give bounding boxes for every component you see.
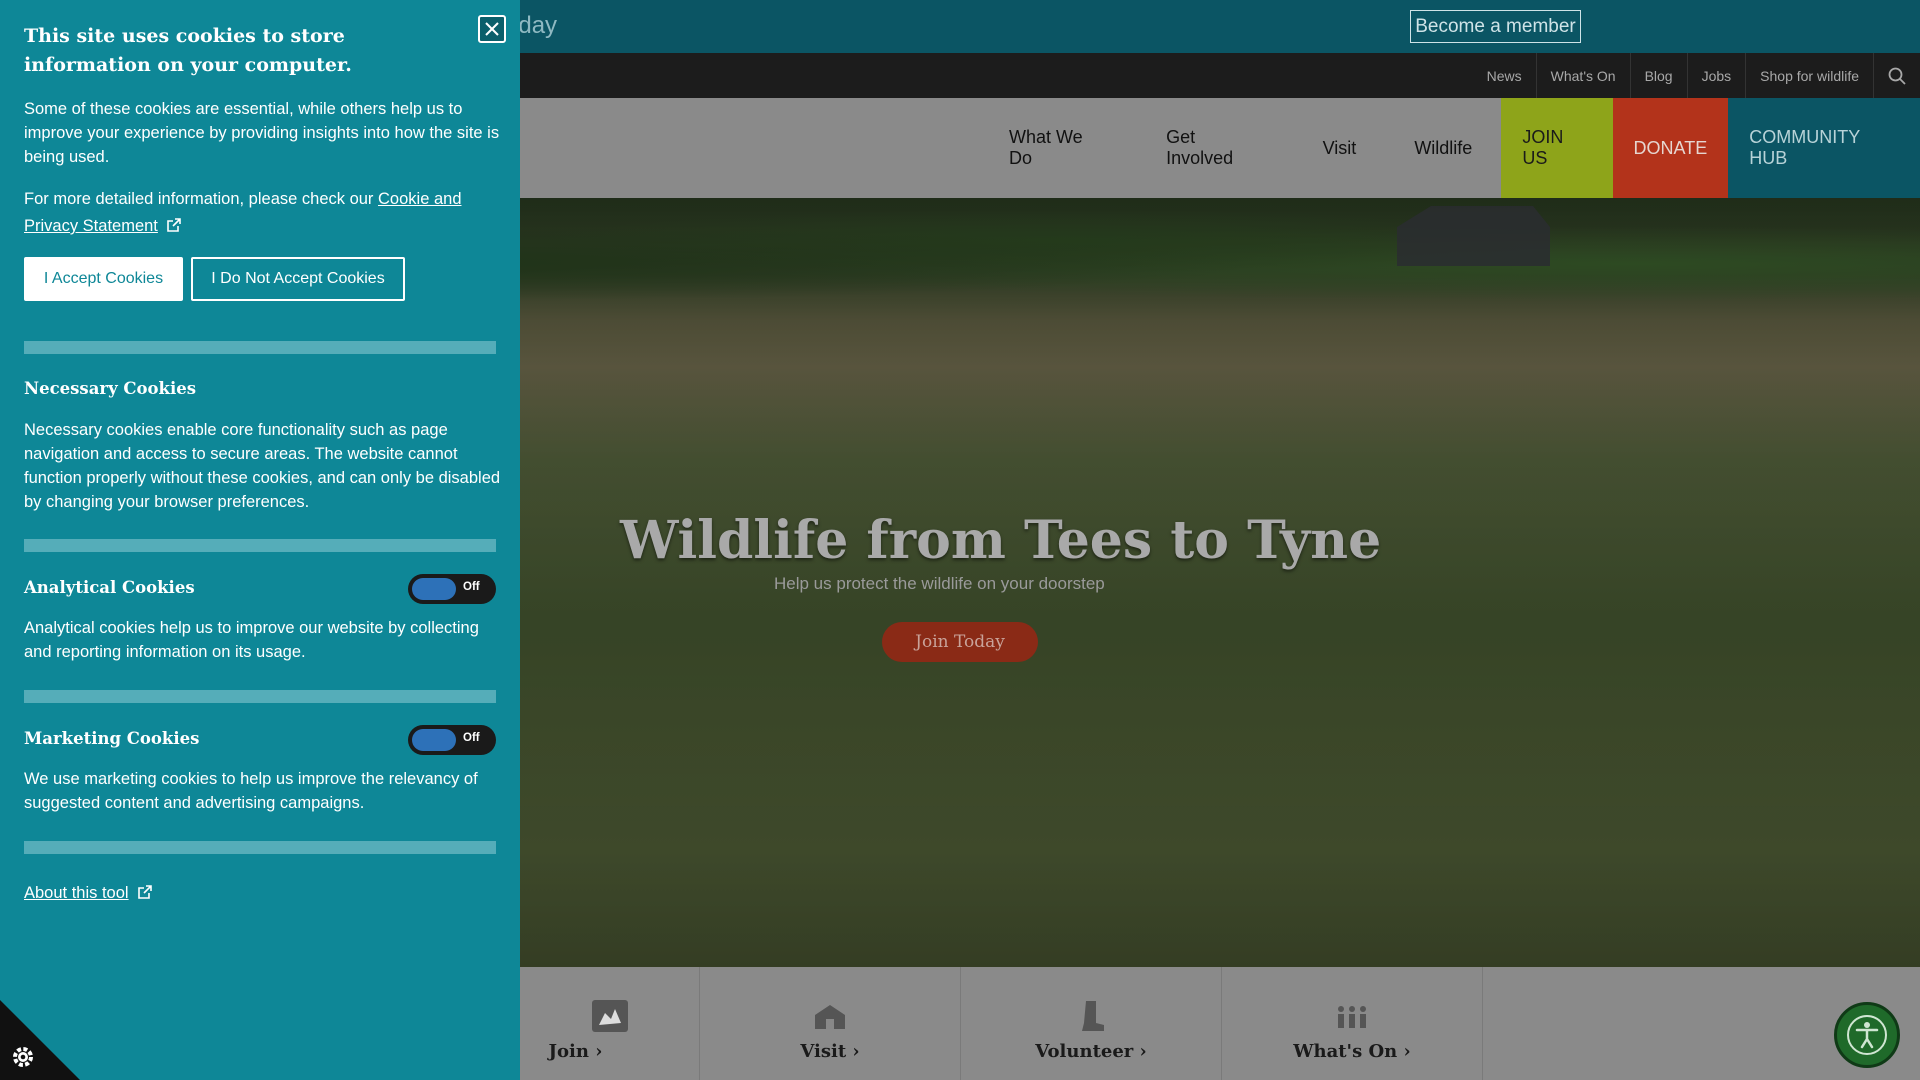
necessary-cookies-text: Necessary cookies enable core functional… — [24, 421, 501, 511]
accept-cookies-button[interactable]: I Accept Cookies — [24, 257, 183, 301]
hero-title: Wildlife from Tees to Tyne — [620, 510, 1382, 571]
nav-item-wildlife[interactable]: Wildlife — [1385, 98, 1501, 198]
search-button[interactable] — [1874, 53, 1920, 98]
quick-link-whats-on[interactable]: What's On › — [1222, 967, 1483, 1080]
nav-community-hub-button[interactable]: COMMUNITY HUB — [1728, 98, 1920, 198]
nav-item-get-involved[interactable]: Get Involved — [1137, 98, 1294, 198]
marketing-cookies-toggle[interactable]: Off — [408, 725, 496, 755]
quick-link-join[interactable]: Join › — [520, 967, 700, 1080]
main-nav-items: What We Do Get Involved Visit Wildlife J… — [980, 98, 1920, 198]
external-link-icon — [167, 218, 181, 232]
utility-links: News What's On Blog Jobs Shop for wildli… — [1473, 53, 1920, 98]
become-member-button[interactable]: Become a member — [1410, 10, 1581, 43]
close-icon — [485, 22, 499, 36]
analytical-cookies-text: Analytical cookies help us to improve ou… — [24, 619, 479, 661]
nav-donate-button[interactable]: DONATE — [1612, 98, 1729, 198]
cookie-panel-title: This site uses cookies to store informat… — [24, 25, 352, 76]
necessary-cookies-title: Necessary Cookies — [24, 379, 197, 398]
accessibility-button[interactable] — [1834, 1002, 1900, 1068]
people-icon — [1333, 999, 1371, 1033]
gear-icon — [13, 1047, 33, 1067]
divider — [24, 341, 496, 354]
accessibility-icon — [1847, 1015, 1887, 1055]
toggle-state-label: Off — [463, 581, 480, 593]
boot-icon — [1072, 999, 1110, 1033]
quick-link-volunteer-label: Volunteer — [1035, 1041, 1134, 1062]
quick-link-whats-on-label: What's On — [1293, 1041, 1398, 1062]
divider — [24, 690, 496, 703]
utility-link-blog[interactable]: Blog — [1631, 53, 1688, 98]
about-tool-row: About this tool — [24, 881, 504, 905]
search-icon — [1888, 67, 1906, 85]
toggle-knob — [412, 578, 456, 600]
utility-link-jobs[interactable]: Jobs — [1688, 53, 1747, 98]
utility-link-whats-on[interactable]: What's On — [1537, 53, 1631, 98]
quick-link-join-label: Join — [548, 1041, 589, 1062]
cookie-settings-badge[interactable] — [0, 1000, 80, 1080]
marketing-cookies-text: We use marketing cookies to help us impr… — [24, 770, 478, 812]
toggle-knob — [412, 729, 456, 751]
divider — [24, 841, 496, 854]
external-link-icon — [137, 885, 152, 899]
house-icon — [811, 999, 849, 1033]
hand-icon — [591, 999, 629, 1033]
cookie-intro-text: Some of these cookies are essential, whi… — [24, 100, 500, 166]
reject-cookies-button[interactable]: I Do Not Accept Cookies — [191, 257, 405, 301]
analytical-cookies-title: Analytical Cookies — [24, 578, 195, 597]
analytical-cookies-toggle[interactable]: Off — [408, 574, 496, 604]
utility-link-news[interactable]: News — [1473, 53, 1537, 98]
close-cookie-panel-button[interactable] — [478, 15, 506, 43]
quick-link-visit[interactable]: Visit › — [700, 967, 961, 1080]
nav-join-us-button[interactable]: JOIN US — [1501, 98, 1613, 198]
hero-subtitle: Help us protect the wildlife on your doo… — [774, 574, 1105, 593]
quick-link-volunteer[interactable]: Volunteer › — [961, 967, 1222, 1080]
toggle-state-label: Off — [463, 732, 480, 744]
nav-item-what-we-do[interactable]: What We Do — [980, 98, 1137, 198]
divider — [24, 539, 496, 552]
cookie-consent-panel: This site uses cookies to store informat… — [0, 0, 520, 1080]
utility-link-shop[interactable]: Shop for wildlife — [1746, 53, 1874, 98]
cookie-more-info-prefix: For more detailed information, please ch… — [24, 190, 379, 208]
about-this-tool-link[interactable]: About this tool — [24, 884, 129, 902]
marketing-cookies-title: Marketing Cookies — [24, 729, 200, 748]
quick-link-visit-label: Visit — [800, 1041, 847, 1062]
cookie-more-info: For more detailed information, please ch… — [24, 186, 504, 240]
nav-item-visit[interactable]: Visit — [1294, 98, 1386, 198]
join-today-button[interactable]: Join Today — [882, 622, 1038, 662]
